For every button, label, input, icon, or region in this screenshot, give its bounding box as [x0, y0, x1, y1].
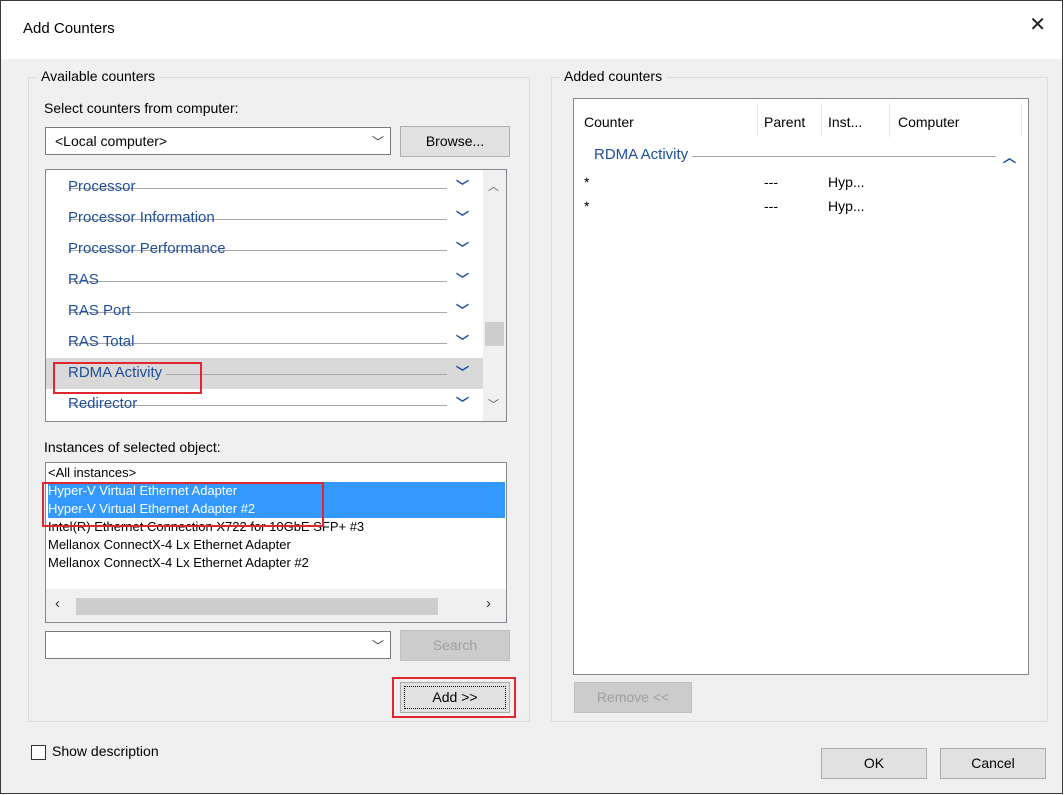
computer-value: <Local computer> [55, 133, 168, 149]
collapse-chevron-icon[interactable]: ︿ [1003, 147, 1016, 166]
computer-combobox[interactable]: <Local computer> ﹀ [45, 127, 391, 155]
browse-button[interactable]: Browse... [400, 126, 510, 157]
added-row-parent[interactable]: --- [764, 198, 778, 214]
scroll-down-icon[interactable]: ﹀ [488, 396, 499, 412]
instance-item[interactable]: <All instances> [48, 464, 505, 482]
column-divider [821, 103, 822, 137]
column-parent[interactable]: Parent [764, 114, 805, 130]
scroll-up-icon[interactable]: ︿ [488, 178, 499, 194]
added-row-instance[interactable]: Hyp... [828, 174, 865, 190]
scroll-thumb[interactable] [485, 322, 504, 346]
object-item-label: Processor [68, 178, 136, 195]
object-item-label: RAS [68, 271, 99, 288]
object-item-line [70, 281, 447, 282]
object-item[interactable]: RAS ﹀ [46, 265, 483, 296]
added-row-parent[interactable]: --- [764, 174, 778, 190]
column-divider [757, 103, 758, 137]
object-list-scrollbar[interactable]: ︿ ﹀ [483, 170, 506, 421]
object-item[interactable]: Processor ﹀ [46, 172, 483, 203]
added-row-counter[interactable]: * [584, 198, 589, 214]
expand-chevron-icon[interactable]: ﹀ [456, 362, 469, 381]
expand-chevron-icon[interactable]: ﹀ [456, 393, 469, 412]
search-combobox[interactable]: ﹀ [45, 631, 391, 659]
available-counters-label: Available counters [37, 68, 160, 84]
cancel-button[interactable]: Cancel [940, 748, 1046, 779]
title-bar: Add Counters ✕ [1, 1, 1062, 59]
scroll-left-icon[interactable]: ‹ [55, 595, 60, 612]
object-item[interactable]: Processor Performance ﹀ [46, 234, 483, 265]
dialog-title: Add Counters [23, 20, 115, 37]
added-row-instance[interactable]: Hyp... [828, 198, 865, 214]
highlight-add-button [392, 677, 516, 718]
object-item-label: RAS Port [68, 302, 131, 319]
instances-label: Instances of selected object: [44, 439, 221, 455]
ok-button[interactable]: OK [821, 748, 927, 779]
chevron-down-icon: ﹀ [371, 135, 384, 149]
show-description-label[interactable]: Show description [52, 743, 159, 759]
select-computer-label: Select counters from computer: [44, 100, 239, 116]
close-icon[interactable]: ✕ [1029, 13, 1046, 37]
expand-chevron-icon[interactable]: ﹀ [456, 238, 469, 257]
object-item-label: RAS Total [68, 333, 135, 350]
object-item[interactable]: RAS Total ﹀ [46, 327, 483, 358]
instance-item[interactable]: Mellanox ConnectX-4 Lx Ethernet Adapter [48, 536, 505, 554]
scroll-right-icon[interactable]: › [486, 595, 491, 612]
expand-chevron-icon[interactable]: ﹀ [456, 207, 469, 226]
remove-button[interactable]: Remove << [574, 682, 692, 713]
show-description-checkbox[interactable] [31, 745, 46, 760]
added-counters-table[interactable]: Counter Parent Inst... Computer RDMA Act… [573, 98, 1029, 675]
object-item-label: Processor Performance [68, 240, 226, 257]
column-counter[interactable]: Counter [584, 114, 634, 130]
highlight-hyperv-instances [42, 482, 324, 527]
object-item-label: Redirector [68, 395, 138, 412]
expand-chevron-icon[interactable]: ﹀ [456, 176, 469, 195]
column-divider [889, 103, 890, 137]
expand-chevron-icon[interactable]: ﹀ [456, 331, 469, 350]
added-counters-label: Added counters [560, 68, 667, 84]
search-button[interactable]: Search [400, 630, 510, 661]
added-row-counter[interactable]: * [584, 174, 589, 190]
chevron-down-icon: ﹀ [371, 639, 384, 653]
hscroll-thumb[interactable] [76, 598, 438, 615]
column-instance[interactable]: Inst... [828, 114, 862, 130]
object-item[interactable]: RAS Port ﹀ [46, 296, 483, 327]
expand-chevron-icon[interactable]: ﹀ [456, 300, 469, 319]
object-item-label: Processor Information [68, 209, 215, 226]
object-item-label: RDMA Activity [68, 364, 167, 381]
column-computer[interactable]: Computer [898, 114, 959, 130]
instance-item[interactable]: Mellanox ConnectX-4 Lx Ethernet Adapter … [48, 554, 505, 572]
column-divider [1021, 103, 1022, 137]
add-counters-dialog: Add Counters ✕ Available counters Select… [0, 0, 1063, 794]
group-header-rdma[interactable]: RDMA Activity [594, 146, 693, 163]
object-item[interactable]: Processor Information ﹀ [46, 203, 483, 234]
expand-chevron-icon[interactable]: ﹀ [456, 269, 469, 288]
instances-hscrollbar[interactable]: ‹ › [46, 589, 506, 622]
